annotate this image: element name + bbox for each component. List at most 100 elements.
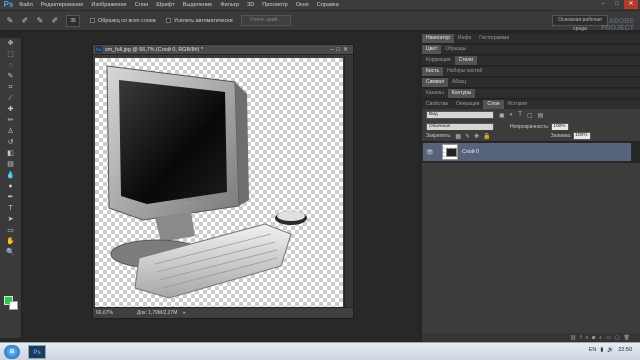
tab-brush-presets[interactable]: Наборы кистей [443,67,486,76]
lock-pixels-icon[interactable]: ✎ [465,133,470,140]
tab-paragraph[interactable]: Абзац [448,78,470,87]
new-adjustment-icon[interactable]: ◐ [599,335,606,341]
eraser-tool-icon[interactable]: ◧ [3,149,19,159]
eyedropper-tool-icon[interactable]: ⁄ [3,94,19,104]
new-layer-icon[interactable]: ▢ [615,335,624,341]
fill-input[interactable]: 100% [573,132,592,140]
document-canvas[interactable] [95,58,343,308]
gradient-tool-icon[interactable]: ▤ [3,160,19,170]
filter-shape-icon[interactable]: ▢ [527,112,533,119]
tab-history[interactable]: История [504,100,531,109]
menu-type[interactable]: Шрифт [152,2,178,8]
delete-layer-icon[interactable]: 🗑 [624,335,634,341]
language-indicator[interactable]: EN [589,347,597,353]
menu-select[interactable]: Выделение [179,2,217,8]
layer-kind-select[interactable]: Вид [426,111,494,119]
tab-paths[interactable]: Контуры [447,89,476,98]
add-mask-icon[interactable]: ◙ [592,335,599,341]
network-icon[interactable]: ▮ [600,347,603,353]
menu-file[interactable]: Файл [15,2,37,8]
add-to-selection-icon[interactable]: ✎ [35,16,45,26]
hand-tool-icon[interactable]: ✋ [3,237,19,247]
new-selection-icon[interactable]: ✐ [20,16,30,26]
menu-window[interactable]: Окно [292,2,313,8]
move-tool-icon[interactable]: ✥ [3,39,19,49]
menu-3d[interactable]: 3D [243,2,258,8]
healing-brush-icon[interactable]: ✚ [3,105,19,115]
tab-brush[interactable]: Кисть [422,67,444,76]
layer-style-icon[interactable]: fx [580,335,592,341]
filter-smart-object-icon[interactable]: ▤ [538,112,544,119]
minimize-icon[interactable]: – [596,0,610,9]
menu-view[interactable]: Просмотр [258,2,292,8]
link-layers-icon[interactable]: ⛓ [570,335,580,341]
lock-transparency-icon[interactable]: ▦ [455,133,461,140]
zoom-level-field[interactable]: 66,67% [93,310,115,316]
document-titlebar[interactable]: Ps sm_full.jpg @ 66,7% (Слой 0, RGB/8#) … [93,45,353,55]
auto-enhance-label: Усилить автоматически [173,17,233,24]
layer-name[interactable]: Слой 0 [462,149,479,155]
clock[interactable]: 22:50 [618,347,632,353]
history-brush-icon[interactable]: ↺ [3,138,19,148]
filter-pixel-icon[interactable]: ▣ [499,112,505,119]
tab-info[interactable]: Инфо [454,34,475,43]
tab-layers[interactable]: Слои [483,100,504,109]
dodge-tool-icon[interactable]: ● [3,182,19,192]
path-selection-icon[interactable]: ➤ [3,215,19,225]
crop-tool-icon[interactable]: ⌗ [3,83,19,93]
tab-actions[interactable]: Операции [452,100,483,109]
tab-navigator[interactable]: Навигатор [422,34,455,43]
status-menu-arrow-icon[interactable]: ▸ [183,310,186,316]
tab-histogram[interactable]: Гистограмма [475,34,513,43]
auto-enhance-option[interactable]: Усилить автоматически [165,17,233,24]
zoom-tool-icon[interactable]: 🔍 [3,248,19,258]
sample-all-layers-option[interactable]: Образец со всех слоев [90,18,156,24]
visibility-eye-icon[interactable]: 👁 [426,149,436,156]
maximize-icon[interactable]: □ [610,0,624,9]
lock-all-icon[interactable]: 🔒 [483,133,490,140]
close-icon[interactable]: ✕ [624,0,638,9]
tab-swatches[interactable]: Образцы [441,45,470,54]
workspace-switcher[interactable]: Основная рабочая среда [552,15,608,32]
marquee-tool-icon[interactable]: ⬚ [3,50,19,60]
lasso-tool-icon[interactable]: ◌ [3,61,19,71]
volume-icon[interactable]: 🔊 [607,347,614,353]
menu-image[interactable]: Изображение [87,2,130,8]
menu-filter[interactable]: Фильтр [216,2,243,8]
taskbar-photoshop-button[interactable]: Ps [28,344,46,359]
brush-tool-icon[interactable]: ✏ [3,116,19,126]
auto-enhance-checkbox[interactable] [165,18,171,23]
document-window: Ps sm_full.jpg @ 66,7% (Слой 0, RGB/8#) … [92,44,354,319]
layer-row[interactable]: 👁 Слой 0 [422,142,632,162]
refine-edge-button[interactable]: Уточн. край... [240,15,291,26]
clone-stamp-icon[interactable]: ♙ [3,127,19,137]
tab-adjustments[interactable]: Коррекция [422,56,455,65]
menu-help[interactable]: Справка [313,2,343,8]
brush-size-picker[interactable]: 35 [66,14,80,27]
navigator-panel: Навигатор Инфо Гистограмма [422,34,640,44]
lock-label: Закрепить: [426,133,452,139]
document-window-controls[interactable]: –□✕ [330,46,351,53]
background-color-swatch[interactable] [9,301,18,310]
quick-selection-tool-icon[interactable]: ✎ [5,16,15,26]
lock-position-icon[interactable]: ✥ [474,133,479,140]
tab-channels[interactable]: Каналы [422,89,448,98]
tab-color[interactable]: Цвет [422,45,442,54]
start-button-icon[interactable]: ⊞ [4,344,20,359]
tab-character[interactable]: Символ [422,78,449,87]
sample-all-layers-checkbox[interactable] [90,18,95,23]
blur-tool-icon[interactable]: 💧 [3,171,19,181]
menu-edit[interactable]: Редактирование [37,2,88,8]
pen-tool-icon[interactable]: ✒ [3,193,19,203]
document-vertical-scrollbar[interactable] [344,56,353,308]
new-group-icon[interactable]: ▭ [606,335,615,341]
shape-tool-icon[interactable]: ▭ [3,226,19,236]
type-tool-icon[interactable]: T [3,204,19,214]
quick-selection-tool-icon[interactable]: ✎ [3,72,19,82]
filter-type-icon[interactable]: T [518,112,522,118]
tab-properties[interactable]: Свойства [422,100,452,109]
tab-styles[interactable]: Стили [454,56,477,65]
filter-adjustment-icon[interactable]: ◐ [510,112,514,118]
subtract-from-selection-icon[interactable]: ✐ [50,16,60,26]
menu-layers[interactable]: Слои [131,2,153,8]
